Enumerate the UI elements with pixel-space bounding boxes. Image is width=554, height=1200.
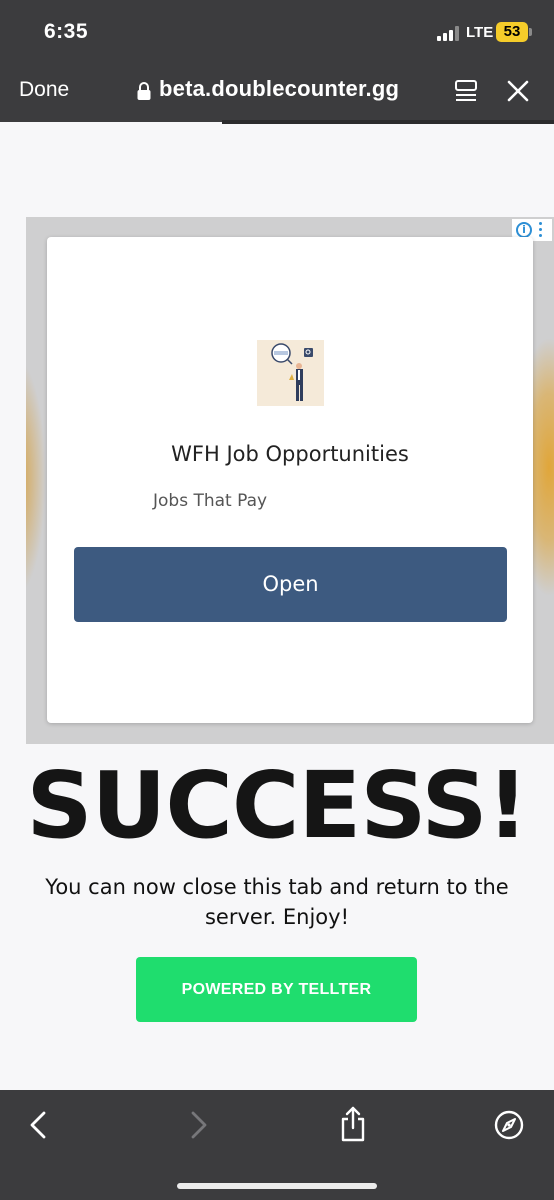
job-search-illustration xyxy=(257,340,324,406)
browser-header: Done beta.doublecounter.gg xyxy=(0,62,554,122)
ad-subtitle: Jobs That Pay xyxy=(153,491,268,511)
url-display[interactable]: beta.doublecounter.gg xyxy=(159,76,399,102)
status-bar: 6:35 LTE 53 xyxy=(0,0,554,62)
home-indicator[interactable] xyxy=(177,1183,377,1189)
done-button[interactable]: Done xyxy=(19,78,69,102)
forward-icon xyxy=(191,1111,207,1139)
lock-icon xyxy=(137,82,151,100)
reader-icon[interactable] xyxy=(453,78,479,104)
close-icon[interactable] xyxy=(505,78,531,104)
more-icon[interactable] xyxy=(539,222,543,238)
status-time: 6:35 xyxy=(44,20,89,43)
browser-top-bar: 6:35 LTE 53 Done beta.doublecounter.gg xyxy=(0,0,554,124)
network-type: LTE xyxy=(466,24,494,41)
powered-by-tellter-button[interactable]: POWERED BY TELLTER xyxy=(136,957,417,1022)
back-icon[interactable] xyxy=(24,1110,54,1140)
success-heading: SUCCESS! xyxy=(26,752,528,859)
ad-card[interactable]: WFH Job Opportunities Jobs That Pay Open xyxy=(47,237,533,723)
share-icon[interactable] xyxy=(338,1106,368,1142)
safari-compass-icon[interactable] xyxy=(494,1110,524,1140)
battery-icon: 53 xyxy=(496,22,528,42)
ad-background-glow xyxy=(26,357,46,597)
battery-tip xyxy=(529,28,532,36)
advertisement[interactable]: i WFH Job Opportunities Jobs That Pay Op… xyxy=(26,217,554,744)
success-message: You can now close this tab and return to… xyxy=(45,875,509,929)
info-icon[interactable]: i xyxy=(516,222,532,238)
ad-open-button[interactable]: Open xyxy=(74,547,507,622)
signal-icon xyxy=(437,26,461,41)
ad-title[interactable]: WFH Job Opportunities xyxy=(47,442,533,466)
page-load-progress xyxy=(222,120,554,124)
